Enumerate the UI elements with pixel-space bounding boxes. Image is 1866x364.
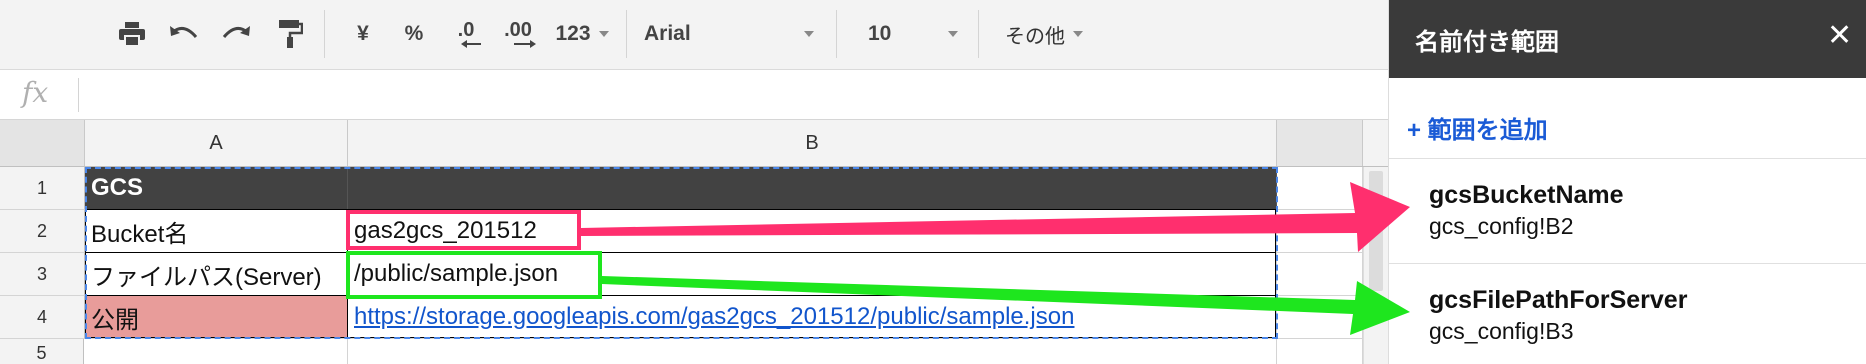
panel-header: 名前付き範囲 ✕ (1389, 0, 1866, 78)
currency-button[interactable]: ¥ (348, 14, 378, 54)
chevron-down-icon (1073, 31, 1083, 37)
font-family-dropdown[interactable]: Arial (640, 14, 820, 54)
redo-button[interactable] (216, 14, 256, 54)
select-all-corner[interactable] (0, 120, 85, 166)
cell-a1[interactable]: GCS (85, 167, 348, 210)
redo-icon (222, 26, 250, 39)
arrow-right-icon (514, 40, 536, 48)
chevron-down-icon (948, 31, 958, 37)
cell-c1[interactable] (1277, 167, 1363, 210)
row-header-1[interactable]: 1 (0, 167, 85, 210)
named-range-name: gcsBucketName (1429, 181, 1624, 209)
arrow-left-icon (461, 40, 481, 48)
cell-a4[interactable]: 公開 (85, 296, 348, 339)
row-header-2[interactable]: 2 (0, 210, 85, 253)
panel-title: 名前付き範囲 (1415, 29, 1559, 56)
cell-b5[interactable] (348, 339, 1277, 364)
toolbar-divider (324, 10, 325, 58)
column-header-c[interactable] (1277, 120, 1363, 166)
cell-c4[interactable] (1277, 296, 1363, 339)
fx-icon: fx (22, 76, 49, 109)
chevron-down-icon (804, 31, 814, 37)
paint-format-button[interactable] (272, 14, 308, 54)
more-formats-dropdown[interactable]: その他 (996, 14, 1092, 54)
more-formats-label: その他 (1005, 25, 1065, 48)
scrollbar-thumb[interactable] (1369, 171, 1383, 291)
row-header-3[interactable]: 3 (0, 253, 85, 296)
cell-c2[interactable] (1277, 210, 1363, 253)
scrollbar-corner (1363, 120, 1387, 166)
public-url-link[interactable]: https://storage.googleapis.com/gas2gcs_2… (354, 303, 1074, 331)
row-border-line (85, 252, 1276, 253)
cell-a5[interactable] (85, 339, 348, 364)
formula-input[interactable] (90, 78, 1370, 112)
cell-c3[interactable] (1277, 253, 1363, 296)
row-header-5[interactable]: 5 (0, 339, 84, 364)
cell-b1[interactable] (348, 167, 1277, 210)
cell-a2[interactable]: Bucket名 (85, 210, 348, 253)
cell-b3[interactable]: /public/sample.json (348, 253, 1277, 296)
column-header-a[interactable]: A (85, 120, 348, 166)
undo-icon (170, 26, 198, 39)
close-icon[interactable]: ✕ (1827, 18, 1852, 53)
named-range-item[interactable]: gcsFilePathForServer gcs_config!B3 (1389, 264, 1866, 364)
cell-a3[interactable]: ファイルパス(Server) (85, 253, 348, 296)
formula-divider (78, 78, 79, 112)
row-header-4[interactable]: 4 (0, 296, 85, 339)
number-format-dropdown[interactable]: 123 (546, 14, 618, 54)
paint-roller-icon (279, 20, 303, 48)
print-icon (119, 22, 145, 47)
add-range-link[interactable]: + 範囲を追加 (1407, 110, 1548, 145)
increase-decimal-label: .00 (504, 19, 532, 41)
font-family-label: Arial (644, 22, 691, 45)
toolbar-divider (626, 10, 627, 58)
undo-button[interactable] (164, 14, 204, 54)
toolbar-divider (836, 10, 837, 58)
formula-bar: fx (0, 70, 1388, 120)
decrease-decimal-button[interactable]: .0 (446, 14, 486, 54)
column-header-b[interactable]: B (348, 120, 1277, 166)
named-range-item[interactable]: gcsBucketName gcs_config!B2 (1389, 159, 1866, 264)
add-range-row: + 範囲を追加 (1389, 78, 1866, 159)
font-size-label: 10 (868, 22, 892, 45)
named-range-ref: gcs_config!B3 (1429, 318, 1574, 344)
toolbar: ¥ % .0 .00 123 Arial 10 その他 (0, 0, 1388, 70)
vertical-scrollbar[interactable] (1363, 167, 1389, 364)
decrease-decimal-label: .0 (457, 19, 475, 41)
toolbar-divider (978, 10, 979, 58)
cell-b2[interactable]: gas2gcs_201512 (348, 210, 1277, 253)
named-range-ref: gcs_config!B2 (1429, 213, 1574, 239)
percent-button[interactable]: % (396, 14, 432, 54)
row-border-line (85, 295, 1276, 296)
font-size-dropdown[interactable]: 10 (850, 14, 960, 54)
column-headers: A B (0, 120, 1388, 167)
cell-b4[interactable]: https://storage.googleapis.com/gas2gcs_2… (348, 296, 1277, 339)
named-range-name: gcsFilePathForServer (1429, 286, 1688, 314)
col-border-line (347, 209, 348, 338)
named-ranges-panel: 名前付き範囲 ✕ + 範囲を追加 gcsBucketName gcs_confi… (1388, 0, 1866, 364)
cell-c5[interactable] (1277, 339, 1363, 364)
increase-decimal-button[interactable]: .00 (496, 14, 540, 54)
number-format-label: 123 (555, 22, 591, 45)
print-button[interactable] (112, 14, 152, 54)
chevron-down-icon (598, 31, 609, 37)
